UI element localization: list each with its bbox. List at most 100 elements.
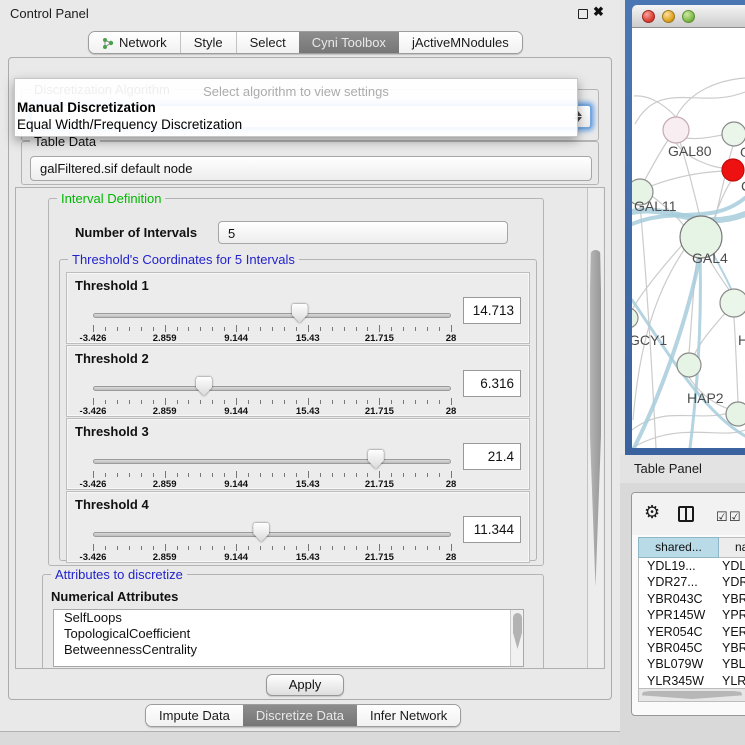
apply-button[interactable]: Apply: [266, 674, 344, 696]
popup-item-equal-width-frequency[interactable]: Equal Width/Frequency Discretization: [15, 116, 577, 133]
network-graph: GAL80GACGAL11GAL4GCY1HHAP2: [632, 28, 745, 448]
tick-mark: [188, 327, 189, 331]
tick-mark: [427, 546, 428, 550]
threshold-value-field[interactable]: 11.344: [463, 516, 521, 543]
list-item[interactable]: TopologicalCoefficient: [54, 626, 523, 642]
network-edge[interactable]: [644, 140, 668, 181]
slider-thumb-shape: [368, 450, 384, 469]
tick-mark: [129, 327, 130, 331]
cell-shared-name: YBL079W: [639, 656, 714, 672]
slider-thumb[interactable]: [196, 377, 212, 396]
cell-name: YBL0: [714, 656, 745, 672]
tick-label: 28: [446, 479, 457, 490]
attributes-scrollbar[interactable]: [510, 610, 523, 666]
tab-select[interactable]: Select: [236, 32, 299, 53]
network-window-titlebar[interactable]: [632, 5, 745, 28]
slider-thumb[interactable]: [368, 450, 384, 469]
network-edge[interactable]: [651, 171, 723, 186]
tab-infer-network[interactable]: Infer Network: [357, 705, 460, 726]
network-node[interactable]: [677, 353, 701, 377]
tab-cyni-toolbox[interactable]: Cyni Toolbox: [299, 32, 399, 53]
checkbox-icon[interactable]: ☑: [729, 509, 741, 525]
column-header-shared[interactable]: shared...: [638, 537, 719, 558]
tab-style[interactable]: Style: [180, 32, 236, 53]
numerical-attributes-list[interactable]: SelfLoopsTopologicalCoefficientBetweenne…: [53, 609, 524, 667]
threshold-label: Threshold 4: [75, 497, 149, 512]
cell-name: YDR2: [714, 574, 745, 590]
node-label: GAL80: [668, 143, 712, 159]
table-hscrollbar[interactable]: [638, 689, 745, 702]
tab-network[interactable]: Network: [89, 32, 180, 53]
columns-icon[interactable]: [678, 506, 694, 522]
slider-thumb-shape: [292, 304, 308, 323]
tab-discretize-data[interactable]: Discretize Data: [243, 705, 357, 726]
network-edge[interactable]: [635, 92, 745, 124]
network-edge[interactable]: [686, 135, 723, 139]
tick-mark: [165, 398, 166, 405]
tick-mark: [141, 400, 142, 404]
tab-impute-data[interactable]: Impute Data: [146, 705, 243, 726]
checkbox-icon[interactable]: ☑: [716, 509, 728, 525]
tick-mark: [236, 325, 237, 332]
gear-icon[interactable]: ⚙: [644, 502, 660, 523]
table-row[interactable]: YER054CYER0: [639, 624, 745, 640]
table-row[interactable]: YDL19...YDL1: [639, 558, 745, 574]
tab-jactivemnodules[interactable]: jActiveMNodules: [399, 32, 522, 53]
tick-mark: [427, 473, 428, 477]
cell-shared-name: YER054C: [639, 624, 714, 640]
tick-label: 2.859: [153, 479, 177, 490]
network-node[interactable]: [722, 122, 745, 146]
network-edge[interactable]: [734, 317, 738, 402]
network-node[interactable]: [663, 117, 689, 143]
tick-mark: [367, 400, 368, 404]
table-hscrollbar-thumb[interactable]: [642, 691, 742, 699]
table-panel-title: Table Panel: [634, 461, 702, 476]
float-window-icon[interactable]: [578, 9, 588, 19]
table-row[interactable]: YBR045CYBR0: [639, 640, 745, 656]
network-node[interactable]: [720, 289, 745, 317]
popup-item-manual-discretization[interactable]: Manual Discretization: [15, 99, 577, 116]
threshold-value-field[interactable]: 14.713: [463, 297, 521, 324]
slider-track[interactable]: [93, 532, 451, 537]
slider-thumb[interactable]: [292, 304, 308, 323]
settings-scrollbar[interactable]: [587, 188, 603, 668]
slider-track[interactable]: [93, 386, 451, 391]
tick-mark: [200, 546, 201, 550]
table-row[interactable]: YLR345WYLR3: [639, 673, 745, 689]
tick-mark: [236, 544, 237, 551]
window-title: Control Panel: [10, 6, 89, 21]
number-of-intervals-combo[interactable]: 5: [218, 221, 508, 244]
table-toolbar: ⚙ ☑ ☑: [632, 493, 745, 535]
network-edge[interactable]: [640, 205, 656, 448]
network-node[interactable]: [632, 308, 638, 328]
column-header-name[interactable]: na: [719, 537, 745, 558]
close-icon[interactable]: ✖: [593, 4, 604, 20]
list-item[interactable]: SelfLoops: [54, 610, 523, 626]
slider-thumb[interactable]: [253, 523, 269, 542]
tick-mark: [177, 546, 178, 550]
threshold-value-field[interactable]: 21.4: [463, 443, 521, 470]
tick-label: 21.715: [365, 406, 394, 417]
network-node[interactable]: [726, 402, 745, 426]
network-canvas[interactable]: GAL80GACGAL11GAL4GCY1HHAP2: [632, 28, 745, 448]
zoom-traffic-light-icon[interactable]: [682, 10, 695, 23]
list-item[interactable]: BetweennessCentrality: [54, 642, 523, 658]
table-row[interactable]: YPR145WYPR1: [639, 607, 745, 623]
settings-scrollbar-thumb[interactable]: [590, 250, 601, 587]
cell-shared-name: YDL19...: [639, 558, 714, 574]
tick-mark: [153, 473, 154, 477]
table-data-combo[interactable]: galFiltered.sif default node: [30, 156, 592, 181]
slider-track[interactable]: [93, 313, 451, 318]
minimize-traffic-light-icon[interactable]: [662, 10, 675, 23]
table-row[interactable]: YBL079WYBL0: [639, 656, 745, 672]
slider-track[interactable]: [93, 459, 451, 464]
table-row[interactable]: YDR27...YDR2: [639, 574, 745, 590]
attributes-scrollbar-thumb[interactable]: [513, 613, 522, 649]
network-edge-highlighted[interactable]: [634, 250, 701, 448]
threshold-value-field[interactable]: 6.316: [463, 370, 521, 397]
network-edge[interactable]: [632, 430, 745, 448]
tick-label: 2.859: [153, 552, 177, 563]
close-traffic-light-icon[interactable]: [642, 10, 655, 23]
tick-mark: [248, 546, 249, 550]
table-row[interactable]: YBR043CYBR0: [639, 591, 745, 607]
